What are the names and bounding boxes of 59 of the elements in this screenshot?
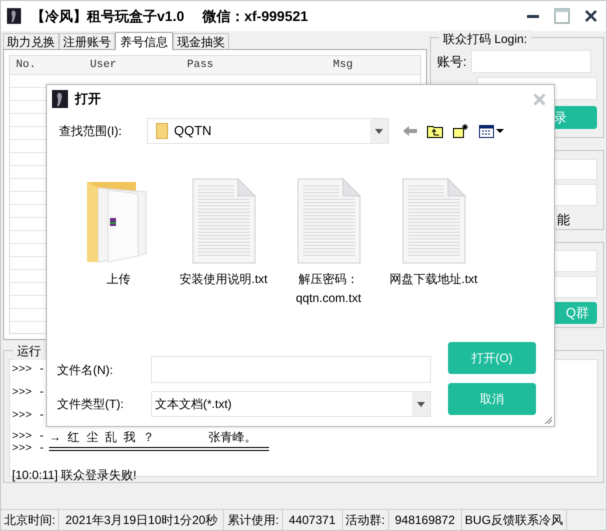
log-line: >>> - <box>12 431 46 443</box>
text-file-icon <box>402 178 466 264</box>
status-value: 4407371 <box>282 510 342 530</box>
input-field[interactable] <box>470 50 591 73</box>
look-in-label: 查找范围(I): <box>59 123 123 140</box>
resize-grip-icon[interactable] <box>544 416 552 424</box>
group-title: 联众打码 Login: <box>439 30 532 48</box>
filetype-label: 文件类型(T): <box>57 396 125 413</box>
account-label: 账号: <box>437 52 467 71</box>
log-line: >>> - <box>12 387 46 399</box>
file-name: 解压密码：qqtn.com.txt <box>294 271 362 307</box>
maximize-icon[interactable] <box>554 8 570 24</box>
back-arrow-icon[interactable] <box>403 126 417 136</box>
file-name: 上传 <box>106 271 132 288</box>
wechat-id: 微信：xf-999521 <box>202 6 308 26</box>
column-header: User <box>89 58 118 73</box>
group-title: 运行 <box>13 342 45 360</box>
status-label: 活动群: <box>342 510 389 530</box>
view-menu-icon[interactable] <box>479 124 504 138</box>
file-item[interactable]: 网盘下载地址.txt <box>382 178 485 308</box>
log-line: >>> - <box>12 410 46 422</box>
option-label: 能 <box>557 210 570 228</box>
app-icon <box>7 8 21 24</box>
file-name: 安装使用说明.txt <box>178 271 268 288</box>
status-label: 北京时间: <box>1 510 60 530</box>
up-folder-icon[interactable] <box>427 124 443 138</box>
status-value: 948169872 <box>388 510 462 530</box>
dialog-title: 打开 <box>75 90 101 108</box>
tab[interactable]: 助力兑换 <box>3 33 59 49</box>
status-value: 2021年3月19日10时1分20秒 <box>59 510 224 530</box>
dropdown-arrow-icon <box>375 128 383 134</box>
file-item[interactable]: 安装使用说明.txt <box>172 178 275 308</box>
look-in-dropdown[interactable]: QQTN <box>147 118 389 144</box>
app-icon <box>52 90 68 108</box>
log-line: >>> - <box>12 443 46 455</box>
tab[interactable]: 注册账号 <box>59 33 115 49</box>
file-item[interactable]: 解压密码：qqtn.com.txt <box>277 178 380 308</box>
file-name: 网盘下载地址.txt <box>388 271 478 288</box>
window-title: 【冷风】租号玩盒子v1.0 <box>31 6 184 26</box>
column-header: No. <box>15 58 37 73</box>
filetype-dropdown[interactable]: 文本文档(*.txt) <box>151 391 431 417</box>
tab[interactable]: 养号信息 <box>115 32 173 50</box>
log-poem-author: 张青峰。 <box>208 431 256 443</box>
tab[interactable]: 现金抽奖 <box>173 33 229 49</box>
text-file-icon <box>296 178 360 264</box>
log-message: [10:0:11] 联众登录失败! <box>12 468 136 482</box>
filename-label: 文件名(N): <box>57 362 114 378</box>
status-label: 累计使用: <box>224 510 283 530</box>
dropdown-arrow-icon <box>417 402 425 406</box>
file-item[interactable]: 上传 <box>67 178 170 308</box>
close-icon[interactable] <box>584 9 598 23</box>
status-label: BUG反馈联系冷风 <box>462 510 567 530</box>
column-header: Msg <box>332 58 354 73</box>
input-field[interactable] <box>151 356 431 383</box>
text-file-icon <box>192 178 256 264</box>
log-poem: → 红 尘 乱 我 ？ <box>49 431 154 443</box>
new-folder-icon[interactable] <box>453 124 469 138</box>
column-header: Pass <box>186 58 214 73</box>
log-line: >>> - <box>12 364 46 376</box>
